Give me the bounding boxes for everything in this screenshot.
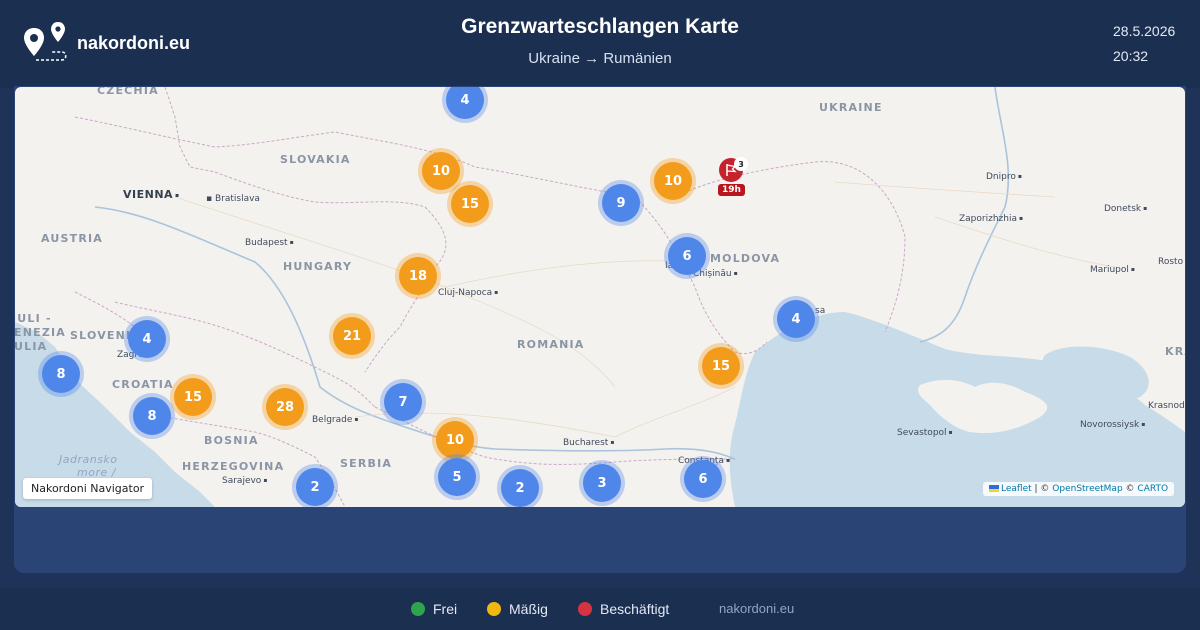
map-label-friuli: IULI -	[15, 312, 52, 325]
wait-time-badge: 19h	[718, 184, 745, 196]
map-label-herzegovina: HERZEGOVINA	[182, 460, 285, 473]
map-label-budapest: Budapest	[245, 238, 294, 248]
cluster-marker[interactable]: 4	[777, 300, 815, 338]
route-subtitle: Ukraine → Rumänien	[528, 50, 672, 67]
cluster-marker[interactable]: 7	[384, 383, 422, 421]
map-label-slovakia: SLOVAKIA	[280, 153, 351, 166]
cluster-marker[interactable]: 15	[702, 347, 740, 385]
cluster-marker[interactable]: 2	[501, 469, 539, 507]
map-label-zaporizhzhia: Zaporizhzhia	[959, 214, 1023, 224]
footer-site-link[interactable]: nakordoni.eu	[719, 601, 794, 616]
map-label-giulia: ULIA	[15, 340, 48, 353]
map-label-odesa: sa	[815, 306, 826, 316]
navigator-button[interactable]: Nakordoni Navigator	[23, 478, 153, 499]
page-title: Grenzwarteschlangen Karte	[461, 15, 739, 38]
header: nakordoni.eu Grenzwarteschlangen Karte U…	[0, 0, 1200, 88]
map-label-mariupol: Mariupol	[1090, 265, 1135, 275]
cluster-marker[interactable]: 6	[668, 237, 706, 275]
map-label-austria: AUSTRIA	[41, 232, 104, 245]
current-time: 20:32	[1113, 48, 1149, 64]
map-label-ukraine: UKRAINE	[819, 101, 883, 114]
cluster-marker[interactable]: 28	[266, 388, 304, 426]
cluster-marker[interactable]: 8	[133, 397, 171, 435]
map-label-venezia: ENEZIA	[15, 326, 67, 339]
map-label-chisinau: Chișinău	[693, 269, 738, 279]
cluster-marker[interactable]: 2	[296, 468, 334, 506]
map-label-romania: ROMANIA	[517, 338, 585, 351]
cluster-marker[interactable]: 21	[333, 317, 371, 355]
footer-legend: Frei Mäßig Beschäftigt nakordoni.eu	[0, 588, 1200, 630]
cluster-marker[interactable]: 6	[684, 460, 722, 498]
legend-busy: Beschäftigt	[578, 601, 669, 617]
cluster-marker[interactable]: 8	[42, 355, 80, 393]
current-date: 28.5.2026	[1113, 23, 1176, 39]
legend-free: Frei	[411, 601, 457, 617]
cluster-marker[interactable]: 4	[128, 320, 166, 358]
map-label-sarajevo: Sarajevo	[222, 476, 267, 486]
map-label-vienna: VIENNA	[123, 188, 180, 201]
map-label-cluj-napoca: Cluj-Napoca	[438, 288, 498, 298]
busy-crossing-marker[interactable]: 3 19h	[718, 157, 754, 201]
map-label-bratislava: ▪ Bratislava	[206, 194, 260, 204]
map-label-moldova: MOLDOVA	[710, 252, 781, 265]
map-label-adriatic: Jadransko	[59, 453, 118, 466]
map-label-hungary: HUNGARY	[283, 260, 353, 273]
map-label-bucharest: Bucharest	[563, 438, 614, 448]
map-label-novorossiysk: Novorossiysk	[1080, 420, 1145, 430]
cluster-marker[interactable]: 3	[583, 464, 621, 502]
map-label-dnipro: Dnipro	[986, 172, 1022, 182]
legend-moderate: Mäßig	[487, 601, 548, 617]
map-label-czechia: CZECHIA	[97, 87, 159, 97]
map-label-krasnodar: Krasnod	[1148, 401, 1185, 411]
map-label-serbia: SERBIA	[340, 457, 393, 470]
map-label-belgrade: Belgrade	[312, 415, 358, 425]
cluster-marker[interactable]: 5	[438, 458, 476, 496]
map-label-rostov: Rosto	[1158, 257, 1184, 267]
osm-link[interactable]: OpenStreetMap	[1052, 484, 1122, 494]
cluster-marker[interactable]: 10	[654, 162, 692, 200]
map-label-sevastopol: Sevastopol	[897, 428, 953, 438]
cluster-marker[interactable]: 15	[174, 378, 212, 416]
cluster-marker[interactable]: 10	[422, 152, 460, 190]
carto-link[interactable]: CARTO	[1137, 484, 1168, 494]
leaflet-link[interactable]: Leaflet	[1001, 484, 1032, 494]
status-dot-green-icon	[411, 602, 425, 616]
cluster-marker[interactable]: 15	[451, 185, 489, 223]
status-dot-yellow-icon	[487, 602, 501, 616]
map-label-krai: KRA	[1165, 345, 1185, 358]
map-label-donetsk: Donetsk	[1104, 204, 1147, 214]
map-view[interactable]: CZECHIA SLOVAKIA UKRAINE AUSTRIA HUNGARY…	[15, 87, 1185, 507]
cluster-marker[interactable]: 18	[399, 257, 437, 295]
cluster-marker[interactable]: 9	[602, 184, 640, 222]
map-label-croatia: CROATIA	[112, 378, 174, 391]
status-dot-red-icon	[578, 602, 592, 616]
ukraine-flag-icon	[989, 485, 999, 492]
cluster-marker[interactable]: 10	[436, 421, 474, 459]
map-label-bosnia: BOSNIA	[204, 434, 259, 447]
map-attribution: Leaflet | © OpenStreetMap © CARTO	[983, 482, 1175, 496]
marker-count-badge: 3	[734, 157, 748, 171]
